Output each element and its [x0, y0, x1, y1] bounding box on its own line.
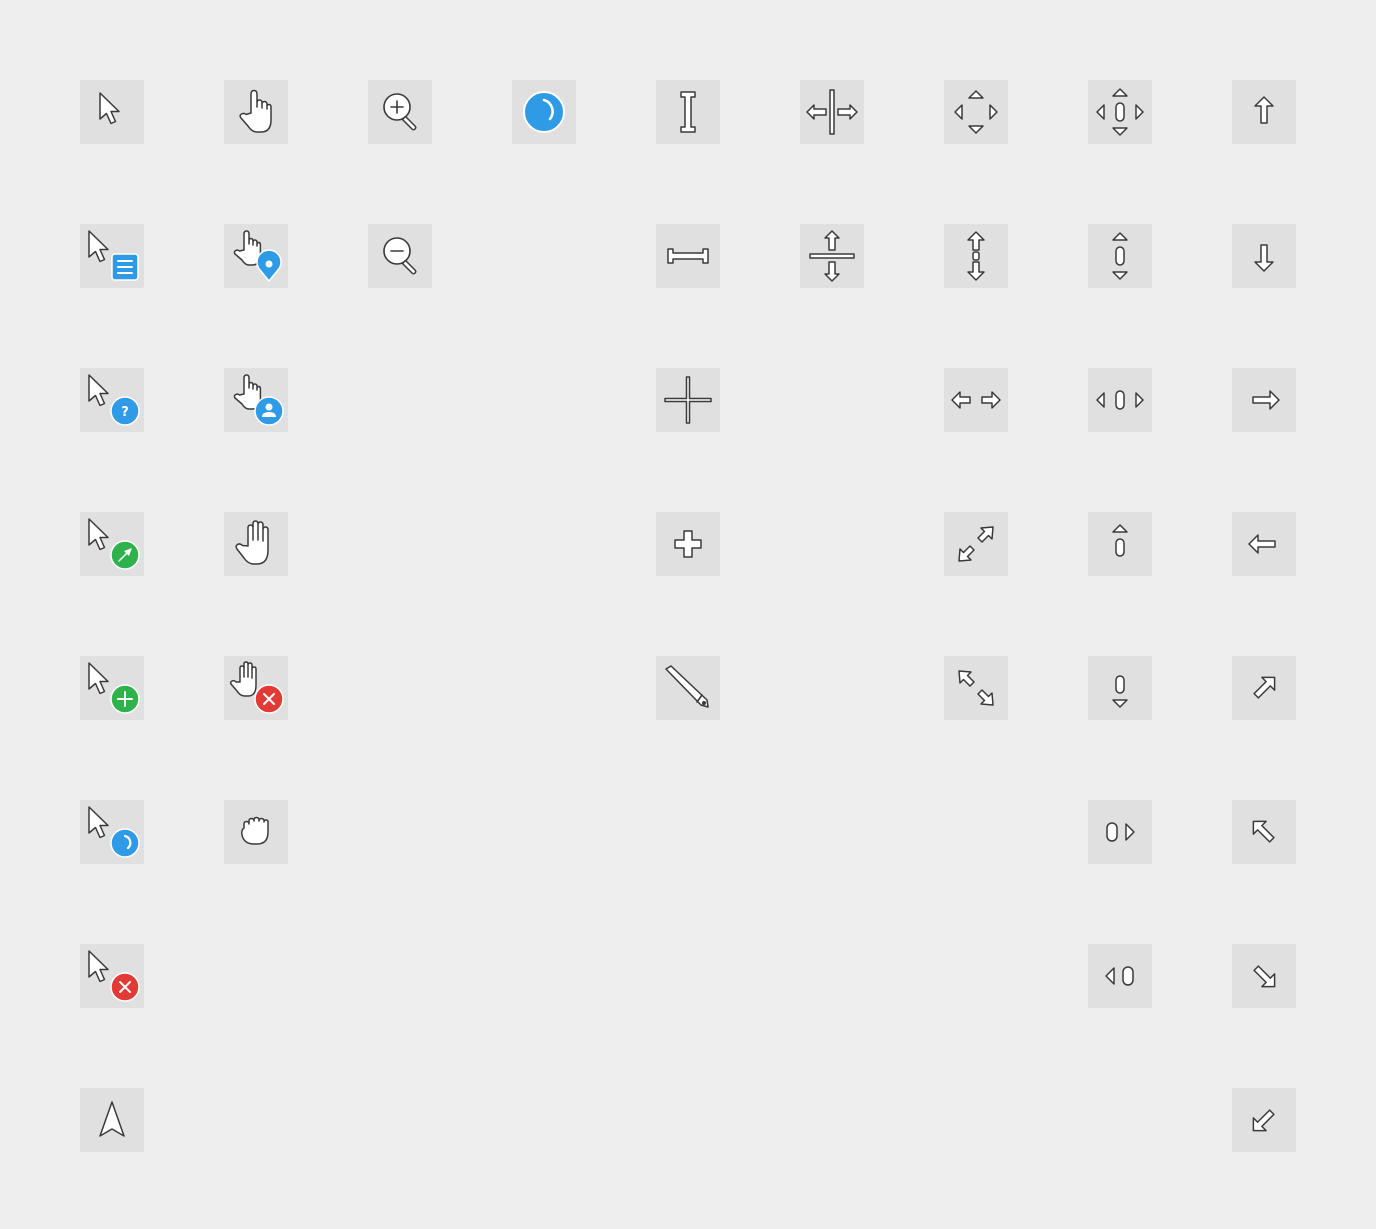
center-arrow-cursor-tile [80, 1088, 144, 1152]
open-hand-cursor-icon [224, 512, 288, 576]
wait-spinner-cursor-tile [512, 80, 576, 144]
progress-cursor-icon [80, 800, 140, 858]
crosshair-cursor-icon [656, 368, 720, 432]
zoom-out-cursor-icon [368, 224, 432, 288]
col-resize-cursor-icon [800, 80, 864, 144]
s-resize-cursor-tile [1232, 224, 1296, 288]
s-scroll-cursor-tile [1088, 656, 1152, 720]
sw-resize-cursor-icon [1232, 1088, 1296, 1152]
sw-resize-cursor-tile [1232, 1088, 1296, 1152]
w-resize-cursor-icon [1232, 512, 1296, 576]
zoom-in-cursor-tile [368, 80, 432, 144]
s-scroll-cursor-icon [1112, 675, 1128, 708]
pencil-cursor-icon [656, 656, 720, 720]
e-resize-cursor-icon [1232, 368, 1296, 432]
row-resize-cursor-icon [800, 224, 864, 288]
grabbing-cursor-tile [224, 800, 288, 864]
cell-cursor-icon [656, 512, 720, 576]
text-beam-cursor-icon [656, 80, 720, 144]
e-scroll-cursor-icon [1106, 822, 1135, 842]
wait-spinner-cursor-icon [512, 80, 576, 144]
alias-cursor-icon [80, 512, 140, 570]
all-scroll-cursor-icon [1088, 80, 1152, 144]
ns-scroll-cursor-tile [1088, 224, 1152, 288]
e-resize-cursor-tile [1232, 368, 1296, 432]
pointer-hand-cursor-tile [224, 80, 288, 144]
pencil-cursor-tile [656, 656, 720, 720]
zoom-in-cursor-icon [368, 80, 432, 144]
all-scroll-cursor-tile [1088, 80, 1152, 144]
s-resize-cursor-icon [1232, 224, 1296, 288]
ns-resize-cursor-tile [944, 224, 1008, 288]
ne-resize-cursor-icon [1232, 656, 1296, 720]
location-hand-cursor-icon [224, 224, 282, 283]
context-menu-cursor-icon [80, 224, 139, 281]
center-arrow-cursor-icon [99, 1101, 125, 1137]
person-hand-cursor-tile [224, 368, 288, 432]
nwse-resize-cursor-tile [944, 656, 1008, 720]
w-scroll-cursor-tile [1088, 944, 1152, 1008]
nesw-resize-cursor-icon [944, 512, 1008, 576]
zoom-out-cursor-tile [368, 224, 432, 288]
progress-cursor-tile [80, 800, 144, 864]
nw-resize-cursor-tile [1232, 800, 1296, 864]
cell-cursor-tile [656, 512, 720, 576]
se-resize-cursor-tile [1232, 944, 1296, 1008]
arrow-cursor-icon [80, 80, 144, 144]
ne-resize-cursor-tile [1232, 656, 1296, 720]
arrow-cursor-tile [80, 80, 144, 144]
col-resize-cursor-tile [800, 80, 864, 144]
help-badge-glyph: ? [121, 405, 129, 420]
n-scroll-cursor-tile [1088, 512, 1152, 576]
alias-cursor-tile [80, 512, 144, 576]
no-drop-hand-cursor-icon [224, 656, 284, 714]
se-resize-cursor-icon [1232, 944, 1296, 1008]
n-resize-cursor-tile [1232, 80, 1296, 144]
vertical-text-cursor-tile [656, 224, 720, 288]
help-cursor-tile: ? [80, 368, 144, 432]
nesw-resize-cursor-tile [944, 512, 1008, 576]
crosshair-cursor-tile [656, 368, 720, 432]
text-beam-cursor-tile [656, 80, 720, 144]
e-scroll-cursor-tile [1088, 800, 1152, 864]
copy-cursor-icon [80, 656, 140, 714]
move-cursor-tile [944, 80, 1008, 144]
row-resize-cursor-tile [800, 224, 864, 288]
ns-resize-cursor-icon [944, 224, 1008, 288]
person-hand-cursor-icon [224, 368, 284, 426]
n-scroll-cursor-icon [1112, 524, 1128, 557]
pointer-hand-cursor-icon [224, 80, 288, 144]
move-cursor-icon [944, 80, 1008, 144]
ew-scroll-cursor-tile [1088, 368, 1152, 432]
not-allowed-cursor-icon [80, 944, 140, 1002]
help-cursor-icon: ? [80, 368, 140, 426]
context-menu-cursor-tile [80, 224, 144, 288]
location-hand-cursor-tile [224, 224, 288, 288]
ew-resize-cursor-icon [944, 368, 1008, 432]
ew-scroll-cursor-icon [1088, 368, 1152, 432]
copy-cursor-tile [80, 656, 144, 720]
ew-resize-cursor-tile [944, 368, 1008, 432]
open-hand-cursor-tile [224, 512, 288, 576]
no-drop-hand-cursor-tile [224, 656, 288, 720]
not-allowed-cursor-tile [80, 944, 144, 1008]
grabbing-cursor-icon [224, 800, 288, 864]
w-resize-cursor-tile [1232, 512, 1296, 576]
nw-resize-cursor-icon [1232, 800, 1296, 864]
nwse-resize-cursor-icon [944, 656, 1008, 720]
ns-scroll-cursor-icon [1088, 224, 1152, 288]
n-resize-cursor-icon [1232, 80, 1296, 144]
w-scroll-cursor-icon [1105, 966, 1134, 986]
vertical-text-cursor-icon [656, 224, 720, 288]
